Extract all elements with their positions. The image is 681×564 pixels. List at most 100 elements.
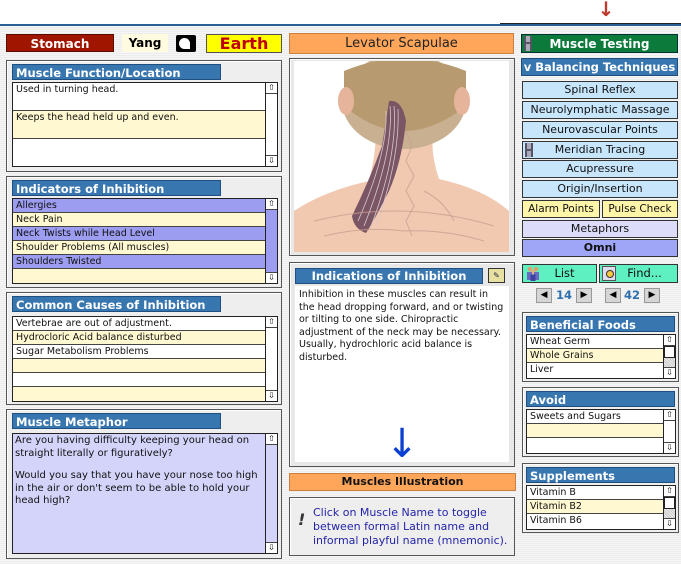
list-item[interactable]: Whole Grains — [527, 349, 675, 363]
origin-insertion-button[interactable]: Origin/Insertion — [522, 180, 678, 198]
scroll-thumb[interactable] — [664, 497, 675, 509]
neurolymphatic-massage-button[interactable]: Neurolymphatic Massage — [522, 101, 678, 119]
list-item[interactable]: Shoulder Problems (All muscles) — [13, 241, 277, 255]
muscle-function-panel: Muscle Function/Location Used in turning… — [6, 60, 282, 172]
notes-icon[interactable]: ✎ — [488, 268, 505, 283]
muscles-illustration-button[interactable]: Muscles Illustration — [289, 473, 516, 491]
muscle-illustration-image — [294, 61, 509, 252]
metaphor-panel: Muscle Metaphor Are you having difficult… — [6, 409, 282, 559]
scroll-thumb[interactable] — [664, 346, 675, 358]
acupressure-button[interactable]: Acupressure — [522, 160, 678, 178]
avoid-list[interactable]: Sweets and Sugars ⇧ ⇩ — [526, 409, 676, 454]
list-item[interactable]: Shoulders Twisted — [13, 255, 277, 269]
list-item: Used in turning head. — [13, 83, 277, 111]
alarm-points-button[interactable]: Alarm Points — [522, 200, 600, 218]
indications-paragraph: Inhibition in these muscles can result i… — [299, 289, 504, 363]
list-item[interactable] — [527, 438, 675, 452]
panel-title: Indicators of Inhibition — [12, 180, 221, 196]
metaphors-button[interactable]: Metaphors — [522, 220, 678, 238]
panel-title: Common Causes of Inhibition — [12, 296, 221, 312]
muscle-name-button[interactable]: Levator Scapulae — [289, 33, 514, 54]
scroll-up-icon[interactable]: ⇧ — [664, 486, 675, 497]
scroll-up-icon[interactable]: ⇧ — [266, 434, 277, 445]
list-item: Keeps the head held up and even. — [13, 111, 277, 139]
meridian-tracing-button[interactable]: Meridian Tracing — [522, 141, 678, 159]
list-button[interactable]: List — [522, 264, 597, 283]
button-label: List — [554, 266, 575, 280]
list-item[interactable]: Vitamin B6 — [527, 514, 675, 528]
list-item[interactable] — [13, 387, 277, 401]
yin-yang-icon — [176, 35, 196, 52]
prev-muscle-button[interactable]: ◀ — [605, 288, 621, 303]
people-icon — [527, 266, 539, 281]
down-arrow-icon: ↓ — [385, 421, 419, 467]
list-item[interactable] — [13, 269, 277, 283]
indicators-panel: Indicators of Inhibition Allergies Neck … — [6, 176, 282, 288]
list-item[interactable]: Hydrocloric Acid balance disturbed — [13, 331, 277, 345]
scroll-up-icon[interactable]: ⇧ — [266, 199, 277, 210]
scroll-down-icon[interactable]: ⇩ — [266, 155, 277, 166]
metaphor-text-area[interactable]: Are you having difficulty keeping your h… — [12, 433, 278, 554]
list-item[interactable]: Wheat Germ — [527, 335, 675, 349]
list-item[interactable]: Vitamin B — [527, 486, 675, 500]
prev-page-button[interactable]: ◀ — [536, 288, 552, 303]
scrollbar[interactable]: ⇧ ⇩ — [663, 410, 675, 453]
scroll-up-icon[interactable]: ⇧ — [664, 335, 675, 346]
film-icon — [525, 143, 533, 157]
list-item[interactable]: Vitamin B2 — [527, 500, 675, 514]
list-item[interactable]: Liver — [527, 363, 675, 377]
list-item[interactable]: Sugar Metabolism Problems — [13, 345, 277, 359]
list-item[interactable]: Allergies — [13, 199, 277, 213]
list-item[interactable] — [527, 424, 675, 438]
list-item[interactable] — [13, 373, 277, 387]
metaphor-paragraph: Would you say that you have your nose to… — [15, 470, 258, 506]
scrollbar[interactable]: ⇧ ⇩ — [265, 434, 277, 553]
muscle-testing-button[interactable]: Muscle Testing — [521, 34, 678, 53]
panel-title: Supplements — [526, 467, 675, 483]
list-item[interactable]: Sweets and Sugars — [527, 410, 675, 424]
meridian-button[interactable]: Stomach — [6, 34, 114, 52]
muscle-number: 42 — [623, 288, 640, 302]
spinal-reflex-button[interactable]: Spinal Reflex — [522, 81, 678, 99]
omni-button[interactable]: Omni — [522, 239, 678, 257]
foods-list[interactable]: Wheat Germ Whole Grains Liver ⇧ ⇩ — [526, 334, 676, 379]
scrollbar[interactable]: ⇧ ⇩ — [265, 317, 277, 401]
list-item[interactable] — [13, 359, 277, 373]
next-page-button[interactable]: ▶ — [576, 288, 592, 303]
scroll-down-icon[interactable]: ⇩ — [664, 442, 675, 453]
scrollbar[interactable]: ⇧ ⇩ — [663, 486, 675, 529]
neurovascular-points-button[interactable]: Neurovascular Points — [522, 121, 678, 139]
causes-list[interactable]: Vertebrae are out of adjustment. Hydrocl… — [12, 316, 278, 402]
scroll-down-icon[interactable]: ⇩ — [664, 518, 675, 529]
indicators-list[interactable]: Allergies Neck Pain Neck Twists while He… — [12, 198, 278, 284]
scrollbar[interactable]: ⇧ ⇩ — [265, 83, 277, 166]
element-badge[interactable]: Earth — [206, 34, 282, 53]
scroll-up-icon[interactable]: ⇧ — [266, 83, 277, 94]
scroll-up-icon[interactable]: ⇧ — [266, 317, 277, 328]
scroll-down-icon[interactable]: ⇩ — [266, 272, 277, 283]
scrollbar[interactable]: ⇧ ⇩ — [265, 199, 277, 283]
list-item[interactable]: Vertebrae are out of adjustment. — [13, 317, 277, 331]
next-muscle-button[interactable]: ▶ — [644, 288, 660, 303]
pulse-check-button[interactable]: Pulse Check — [602, 200, 678, 218]
exclamation-icon: ! — [298, 510, 306, 529]
supplements-list[interactable]: Vitamin B Vitamin B2 Vitamin B6 ⇧ ⇩ — [526, 485, 676, 530]
list-item — [13, 139, 277, 166]
panel-title: Muscle Metaphor — [12, 413, 221, 429]
scroll-down-icon[interactable]: ⇩ — [664, 367, 675, 378]
list-item[interactable]: Neck Twists while Head Level — [13, 227, 277, 241]
balancing-techniques-header[interactable]: v Balancing Techniques v — [521, 58, 678, 91]
scroll-down-icon[interactable]: ⇩ — [266, 390, 277, 401]
find-icon — [602, 266, 616, 281]
tip-text: Click on Muscle Name to toggle between f… — [313, 506, 508, 547]
scrollbar[interactable]: ⇧ ⇩ — [663, 335, 675, 378]
find-button[interactable]: Find... — [599, 264, 678, 283]
scroll-up-icon[interactable]: ⇧ — [664, 410, 675, 421]
polarity-label: Yang — [122, 34, 168, 52]
button-label: Muscle Testing — [549, 37, 650, 51]
avoid-panel: Avoid Sweets and Sugars ⇧ ⇩ — [522, 387, 679, 457]
list-item[interactable]: Neck Pain — [13, 213, 277, 227]
panel-title: Muscle Function/Location — [12, 64, 221, 80]
muscle-function-list[interactable]: Used in turning head. Keeps the head hel… — [12, 82, 278, 167]
scroll-down-icon[interactable]: ⇩ — [266, 542, 277, 553]
